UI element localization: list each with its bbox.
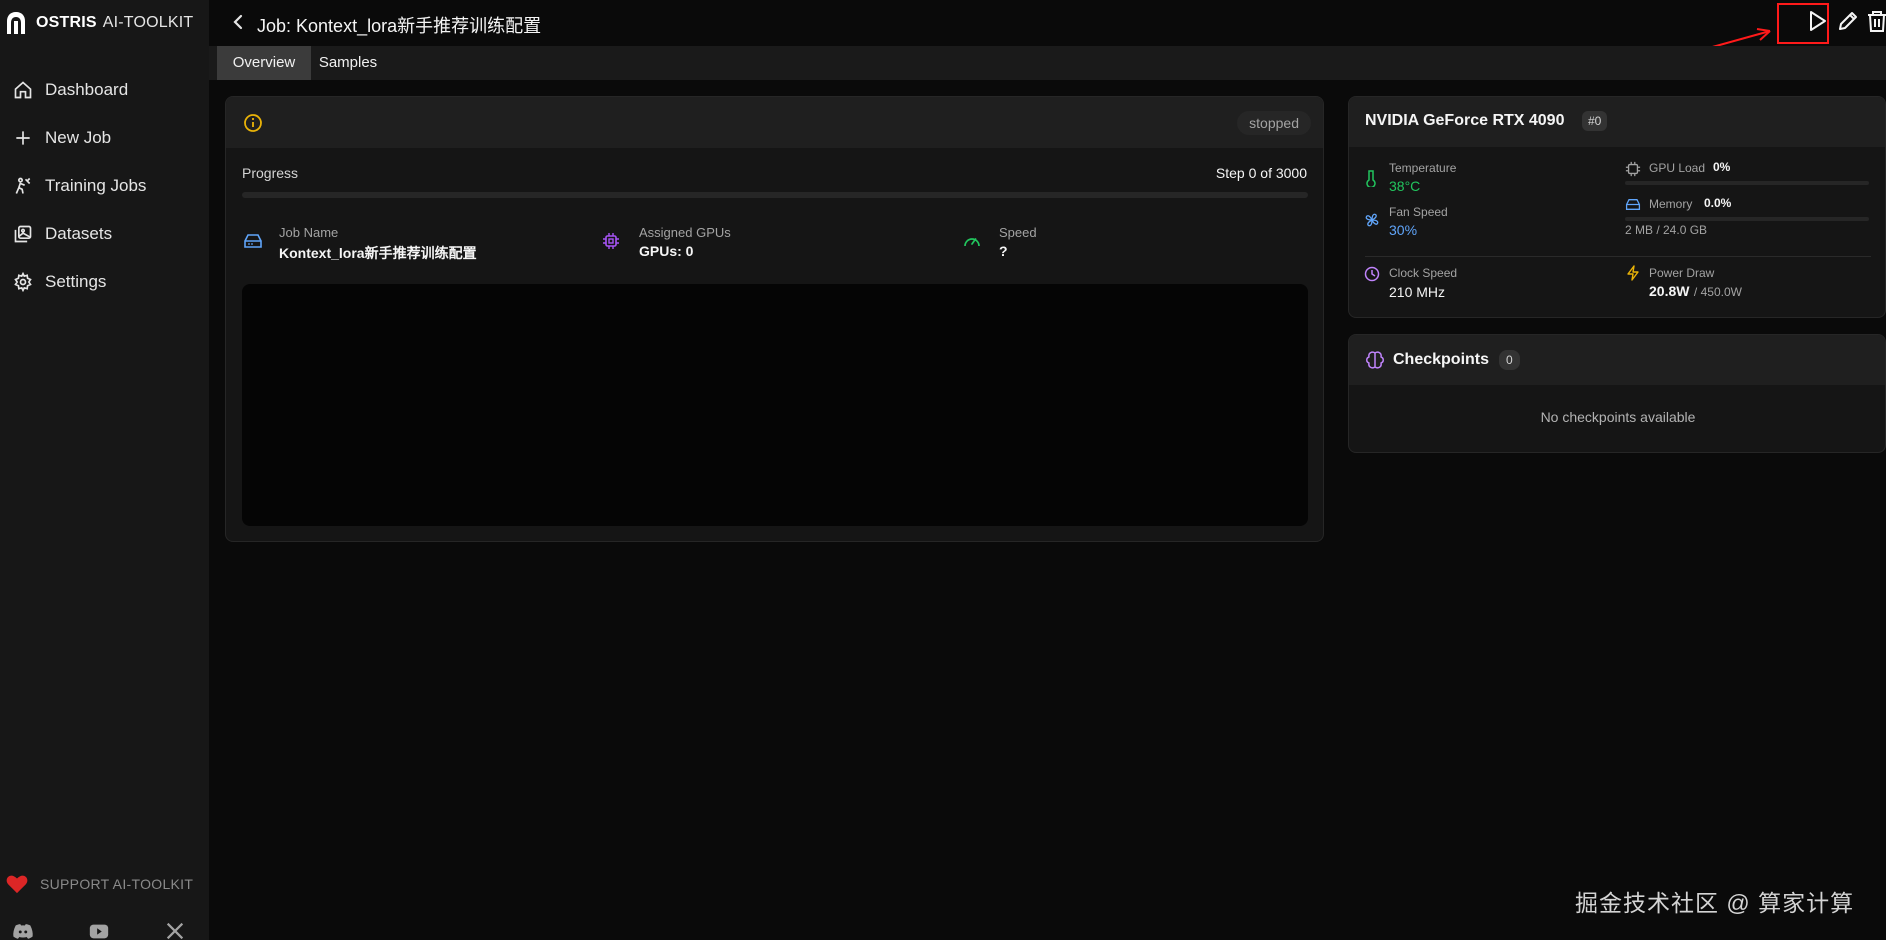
temperature-label: Temperature (1389, 161, 1457, 175)
sidebar: OSTRIS AI-TOOLKIT Dashboard New Job Trai… (0, 0, 209, 940)
cpu-icon (1625, 161, 1641, 177)
social-links (0, 922, 209, 940)
sidebar-nav: Dashboard New Job Training Jobs Datasets… (0, 66, 209, 306)
clock-icon (1364, 266, 1380, 282)
sidebar-item-new-job[interactable]: New Job (0, 114, 209, 162)
drive-icon (244, 234, 262, 248)
memory-value: 0.0% (1704, 196, 1732, 210)
log-panel[interactable] (242, 284, 1308, 526)
sidebar-item-settings[interactable]: Settings (0, 258, 209, 306)
job-card-header: stopped (226, 97, 1323, 148)
assigned-gpus-value: GPUs: 0 (639, 243, 694, 259)
sidebar-item-label: Settings (45, 272, 107, 291)
x-icon[interactable] (164, 922, 186, 940)
tab-samples[interactable]: Samples (311, 46, 385, 80)
power-draw: 20.8W / 450.0W (1649, 283, 1742, 301)
gpu-load-label: GPU Load (1649, 161, 1706, 175)
gpu-index-badge: #0 (1582, 111, 1608, 131)
checkpoints-title: Checkpoints (1393, 351, 1490, 368)
gpu-card: NVIDIA GeForce RTX 4090 #0 Temperature 3… (1348, 96, 1886, 318)
image-icon (14, 225, 32, 243)
gpu-load-bar (1625, 181, 1869, 185)
speed-value: ? (999, 243, 1008, 259)
clock-speed-value: 210 MHz (1389, 284, 1446, 300)
youtube-icon[interactable] (88, 922, 110, 940)
sidebar-item-datasets[interactable]: Datasets (0, 210, 209, 258)
temperature-value: 38°C (1389, 178, 1421, 194)
power-draw-label: Power Draw (1649, 266, 1715, 280)
ostris-logo-icon (7, 12, 25, 34)
assigned-gpus-label: Assigned GPUs (639, 225, 731, 240)
cpu-icon (603, 233, 619, 249)
memory-label: Memory (1649, 197, 1693, 211)
discord-icon[interactable] (12, 922, 34, 940)
sidebar-item-label: New Job (45, 128, 112, 147)
fan-speed-label: Fan Speed (1389, 205, 1448, 219)
brand-name: OSTRIS (36, 14, 97, 31)
gpu-divider (1365, 256, 1871, 257)
watermark: 掘金技术社区 @ 算家计算 (1575, 890, 1855, 916)
info-icon (244, 114, 262, 132)
job-card: stopped Progress Step 0 of 3000 Job Name… (225, 96, 1324, 542)
page-title: Job: Kontext_lora新手推荐训练配置 (257, 16, 542, 36)
status-badge: stopped (1237, 111, 1311, 135)
power-draw-value: 20.8W (1649, 283, 1690, 299)
gpu-load-value: 0% (1713, 160, 1731, 174)
tab-overview[interactable]: Overview (217, 46, 311, 80)
checkpoints-empty-text: No checkpoints available (1540, 409, 1696, 425)
tab-bar: Overview Samples (209, 46, 1886, 80)
edit-icon[interactable] (1835, 8, 1861, 34)
heart-icon (6, 875, 28, 894)
sidebar-item-label: Training Jobs (45, 176, 147, 195)
clock-speed-label: Clock Speed (1389, 266, 1458, 280)
gpu-card-header: NVIDIA GeForce RTX 4090 #0 (1349, 97, 1885, 147)
brand-sub: AI-TOOLKIT (102, 14, 194, 31)
brain-icon (1366, 351, 1384, 369)
fan-speed-value: 30% (1389, 222, 1418, 238)
trash-icon[interactable] (1864, 8, 1886, 34)
checkpoints-count-badge: 0 (1499, 350, 1520, 370)
progress-text: Step 0 of 3000 (1215, 165, 1307, 181)
progress-label: Progress (242, 165, 299, 181)
lightning-icon (1627, 265, 1639, 281)
job-name-value: Kontext_lora新手推荐训练配置 (279, 245, 477, 261)
memory-detail: 2 MB / 24.0 GB (1625, 223, 1708, 237)
play-highlight-box (1777, 3, 1829, 44)
sidebar-item-dashboard[interactable]: Dashboard (0, 66, 209, 114)
training-icon (15, 177, 31, 194)
memory-drive-icon (1625, 199, 1641, 210)
home-icon (14, 81, 32, 99)
gauge-icon (964, 238, 980, 247)
power-draw-max: / 450.0W (1693, 285, 1742, 299)
plus-icon (16, 131, 30, 145)
support-label: SUPPORT AI-TOOLKIT (40, 876, 194, 892)
support-link[interactable]: SUPPORT AI-TOOLKIT (6, 874, 193, 894)
gear-icon (14, 272, 32, 292)
gpu-title: NVIDIA GeForce RTX 4090 (1365, 112, 1565, 129)
thermometer-icon (1366, 170, 1376, 187)
back-chevron-icon[interactable] (229, 12, 249, 32)
brand[interactable]: OSTRIS AI-TOOLKIT (4, 10, 193, 36)
job-name-label: Job Name (279, 225, 339, 240)
fan-icon (1365, 213, 1379, 227)
sidebar-item-label: Datasets (45, 224, 113, 243)
checkpoints-card-header: Checkpoints 0 (1349, 335, 1885, 385)
speed-label: Speed (999, 225, 1037, 240)
progress-bar (242, 192, 1308, 198)
memory-bar (1625, 217, 1869, 221)
checkpoints-card: Checkpoints 0 No checkpoints available (1348, 334, 1886, 453)
sidebar-item-label: Dashboard (45, 80, 129, 99)
sidebar-item-training-jobs[interactable]: Training Jobs (0, 162, 209, 210)
